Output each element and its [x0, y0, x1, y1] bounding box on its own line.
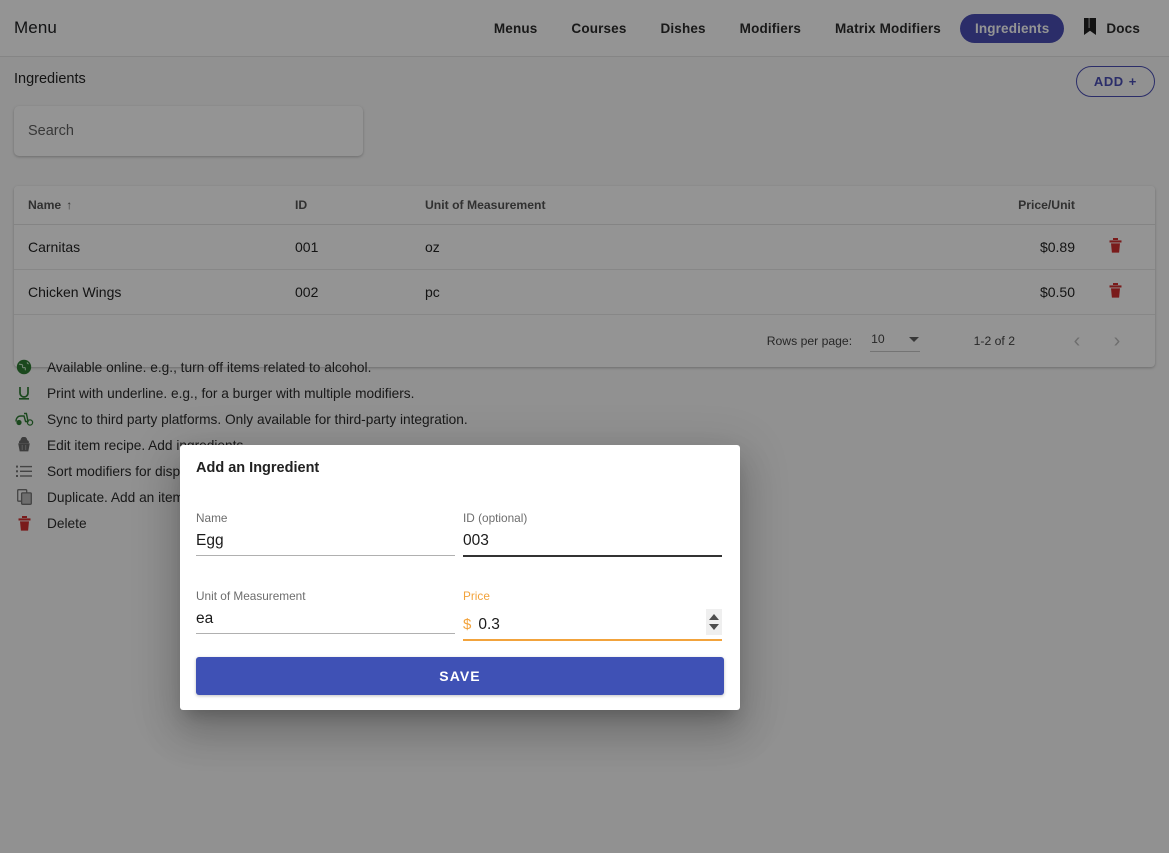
- field-unit-of-measurement: Unit of Measurement ea: [196, 589, 455, 634]
- field-name: Name Egg: [196, 511, 455, 556]
- stepper-down-icon[interactable]: [709, 624, 719, 630]
- add-ingredient-dialog: Add an Ingredient Name Egg ID (optional)…: [180, 445, 740, 710]
- field-id-input[interactable]: 003: [463, 531, 722, 557]
- field-uom-value: ea: [196, 609, 213, 629]
- field-name-label: Name: [196, 511, 455, 525]
- field-price-value: 0.3: [478, 615, 500, 635]
- field-price: Price $ 0.3: [463, 589, 722, 641]
- dialog-title: Add an Ingredient: [196, 460, 319, 476]
- field-uom-label: Unit of Measurement: [196, 589, 455, 603]
- field-price-input[interactable]: $ 0.3: [463, 609, 722, 641]
- stepper-up-icon[interactable]: [709, 614, 719, 620]
- currency-symbol: $: [463, 615, 471, 635]
- modal-overlay[interactable]: [0, 0, 1169, 853]
- field-price-label: Price: [463, 589, 722, 603]
- field-id-value: 003: [463, 531, 489, 551]
- price-number-stepper[interactable]: [706, 609, 722, 635]
- save-button[interactable]: SAVE: [196, 657, 724, 695]
- field-name-value: Egg: [196, 531, 224, 551]
- field-id: ID (optional) 003: [463, 511, 722, 557]
- field-id-label: ID (optional): [463, 511, 722, 525]
- field-uom-input[interactable]: ea: [196, 609, 455, 634]
- field-name-input[interactable]: Egg: [196, 531, 455, 556]
